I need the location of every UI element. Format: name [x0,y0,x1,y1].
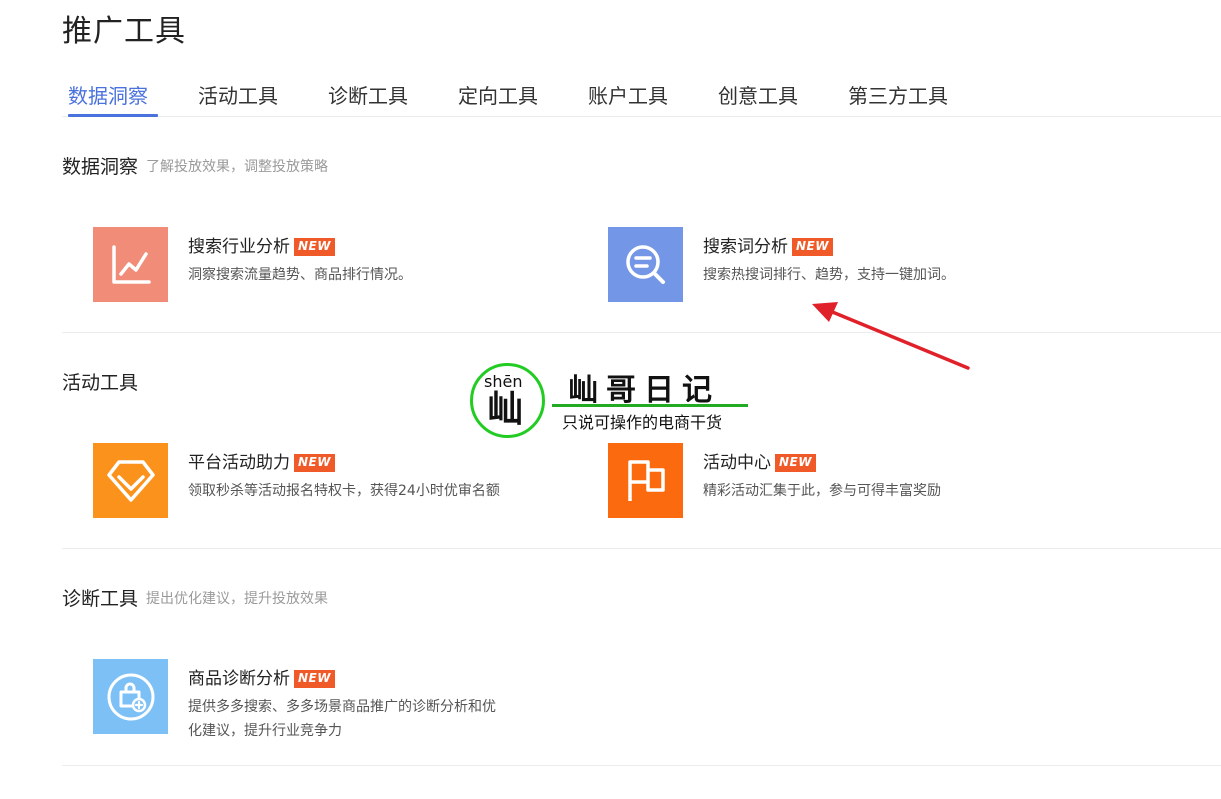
tool-card-product-diagnosis[interactable]: 商品诊断分析 NEW 提供多多搜索、多多场景商品推广的诊断分析和优 化建议，提升行… [93,659,553,749]
tab-bar: 数据洞察 活动工具 诊断工具 定向工具 账户工具 创意工具 第三方工具 [62,68,1221,117]
tool-description-line: 提供多多搜索、多多场景商品推广的诊断分析和优 [188,699,496,715]
tool-name-text: 搜索行业分析 [188,237,290,257]
tool-card-activity-center[interactable]: 活动中心 NEW 精彩活动汇集于此，参与可得丰富奖励 [608,443,1068,518]
tool-name: 商品诊断分析 NEW [188,664,335,689]
section-title-activity: 活动工具 [62,372,139,394]
tab-third-party-tools[interactable]: 第三方工具 [848,80,948,109]
tool-name-text: 搜索词分析 [703,237,788,257]
tool-name: 活动中心 NEW [703,448,816,473]
tool-card-search-industry[interactable]: 搜索行业分析 NEW 洞察搜索流量趋势、商品排行情况。 [93,227,553,302]
watermark-underline [552,404,748,407]
line-chart-icon [111,244,151,284]
watermark: shēn 屾 屾哥日记 只说可操作的电商干货 [470,363,760,439]
tab-creative-tools[interactable]: 创意工具 [718,80,798,109]
page-title: 推广工具 [62,14,186,49]
tab-account-tools[interactable]: 账户工具 [588,80,668,109]
new-badge: NEW [294,454,335,472]
tool-name: 搜索行业分析 NEW [188,232,335,257]
tool-icon-tile [93,443,168,518]
section-description: 了解投放效果，调整投放策略 [146,159,329,175]
tool-icon-tile [608,443,683,518]
tool-name-text: 平台活动助力 [188,453,290,473]
tool-description-line: 化建议，提升行业竞争力 [188,723,342,739]
tool-icon-tile [608,227,683,302]
tool-name: 搜索词分析 NEW [703,232,833,257]
tool-description: 提供多多搜索、多多场景商品推广的诊断分析和优 化建议，提升行业竞争力 [188,695,496,743]
tool-name: 平台活动助力 NEW [188,448,335,473]
section-description: 提出优化建议，提升投放效果 [146,591,329,607]
tool-icon-tile [93,227,168,302]
section-divider [62,548,1221,549]
tab-diagnosis-tools[interactable]: 诊断工具 [328,80,408,109]
flag-icon [627,459,665,501]
tool-description: 精彩活动汇集于此，参与可得丰富奖励 [703,483,941,499]
tab-active-underline [68,114,158,117]
section-title-insight: 数据洞察 了解投放效果，调整投放策略 [62,152,328,179]
tab-activity-tools[interactable]: 活动工具 [198,80,278,109]
watermark-logo-char: 屾 [487,389,524,430]
new-badge: NEW [294,238,335,256]
tool-name-text: 商品诊断分析 [188,669,290,689]
tool-description: 搜索热搜词排行、趋势，支持一键加词。 [703,267,955,283]
watermark-subtitle: 只说可操作的电商干货 [562,413,723,432]
new-badge: NEW [792,238,833,256]
new-badge: NEW [294,670,335,688]
shopping-bag-plus-icon [107,673,154,720]
search-list-icon [625,244,665,284]
tool-description: 领取秒杀等活动报名特权卡，获得24小时优审名额 [188,483,500,499]
tool-description: 洞察搜索流量趋势、商品排行情况。 [188,267,412,283]
watermark-title: 屾哥日记 [568,373,720,408]
section-title-diagnosis: 诊断工具 提出优化建议，提升投放效果 [62,584,328,611]
diamond-icon [106,459,155,502]
tab-data-insight[interactable]: 数据洞察 [68,80,148,109]
tab-targeting-tools[interactable]: 定向工具 [458,80,538,109]
section-heading: 诊断工具 [62,588,139,610]
section-heading: 数据洞察 [62,156,139,178]
section-divider [62,765,1221,766]
tool-icon-tile [93,659,168,734]
tool-card-search-keyword[interactable]: 搜索词分析 NEW 搜索热搜词排行、趋势，支持一键加词。 [608,227,1068,302]
tool-card-platform-activity[interactable]: 平台活动助力 NEW 领取秒杀等活动报名特权卡，获得24小时优审名额 [93,443,553,518]
section-divider [62,332,1221,333]
new-badge: NEW [775,454,816,472]
tool-name-text: 活动中心 [703,453,771,473]
